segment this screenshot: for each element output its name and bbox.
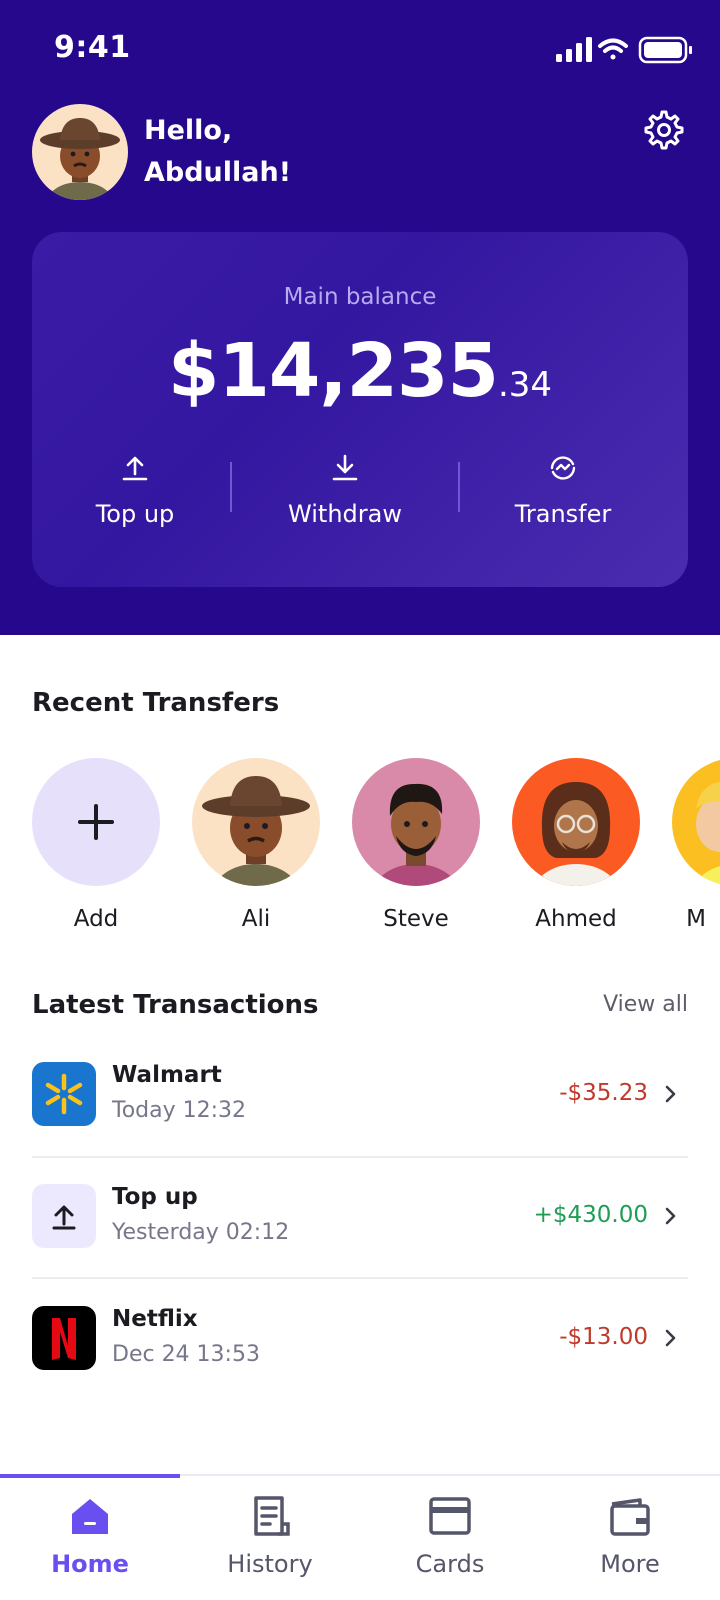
contact-avatar (512, 758, 640, 886)
netflix-logo (32, 1306, 96, 1370)
balance-amount-main: $14,235 (167, 328, 499, 414)
home-icon (72, 1499, 108, 1534)
transaction-name: Top up (112, 1184, 198, 1210)
transaction-date: Today 12:32 (112, 1098, 247, 1123)
card-icon (429, 1497, 471, 1535)
add-contact-circle (32, 758, 160, 886)
balance-card: Main balance $14,235.34 Top up Withdraw (32, 232, 688, 587)
top-up-label: Top up (95, 500, 175, 528)
recent-transfers-title: Recent Transfers (32, 688, 280, 718)
transaction-row[interactable]: Netflix Dec 24 13:53 -$13.00 (32, 1276, 688, 1394)
status-bar: 9:41 (0, 0, 720, 100)
chevron-right-icon (665, 1085, 676, 1103)
balance-label: Main balance (283, 284, 437, 310)
nav-label: History (227, 1550, 313, 1578)
walmart-logo (32, 1062, 96, 1126)
top-up-button[interactable]: Top up (45, 452, 225, 542)
transaction-name: Netflix (112, 1306, 198, 1332)
gear-icon[interactable] (640, 106, 688, 154)
transfer-button[interactable]: Transfer (473, 452, 653, 542)
contact-name: Ali (241, 906, 271, 932)
nav-item-more[interactable]: More (540, 1476, 720, 1600)
status-time: 9:41 (54, 30, 131, 65)
signal-icon (556, 37, 592, 62)
nav-item-cards[interactable]: Cards (360, 1476, 540, 1600)
wallet-icon (610, 1498, 650, 1536)
contact-avatar (192, 758, 320, 886)
transaction-date: Yesterday 02:12 (112, 1220, 290, 1245)
battery-icon (638, 36, 692, 64)
wifi-icon (598, 38, 628, 60)
transaction-row[interactable]: Top up Yesterday 02:12 +$430.00 (32, 1154, 688, 1272)
nav-item-history[interactable]: History (180, 1476, 360, 1600)
transaction-name: Walmart (112, 1062, 222, 1088)
action-divider (458, 462, 460, 512)
balance-actions: Top up Withdraw Transfer (32, 452, 688, 542)
chevron-right-icon (665, 1207, 676, 1225)
contact-name: Steve (383, 906, 449, 932)
contact-name: Add (73, 906, 119, 932)
balance-amount-cents: .34 (497, 365, 553, 405)
history-icon (254, 1496, 290, 1536)
download-icon (332, 454, 358, 481)
header: 9:41 Hello, Abdullah! Main balance $14,2… (0, 0, 720, 635)
contact-avatar (672, 758, 720, 886)
transaction-row[interactable]: Walmart Today 12:32 -$35.23 (32, 1032, 688, 1150)
plus-icon (78, 804, 114, 840)
transaction-amount: -$13.00 (559, 1324, 648, 1350)
recent-transfers-list: Add Ali Steve Ahmed M (0, 758, 720, 938)
nav-label: Cards (415, 1550, 485, 1578)
upload-icon (32, 1184, 96, 1248)
user-avatar-illustration (40, 118, 120, 200)
view-all-link[interactable]: View all (560, 992, 688, 1017)
transfer-label: Transfer (514, 500, 612, 528)
upload-icon (122, 456, 148, 481)
latest-transactions-title: Latest Transactions (32, 990, 319, 1020)
contact-name: M (686, 906, 706, 932)
bottom-nav: Home History Cards More (0, 1474, 720, 1600)
chevron-right-icon (665, 1329, 676, 1347)
withdraw-button[interactable]: Withdraw (255, 452, 435, 542)
greeting: Hello, Abdullah! (144, 110, 444, 194)
nav-label: More (600, 1550, 660, 1578)
action-divider (230, 462, 232, 512)
transaction-date: Dec 24 13:53 (112, 1342, 260, 1367)
status-icons (556, 36, 692, 64)
greeting-name: Abdullah! (144, 157, 292, 188)
nav-item-home[interactable]: Home (0, 1476, 180, 1600)
add-contact-button[interactable]: Add (32, 758, 160, 938)
withdraw-label: Withdraw (288, 500, 402, 528)
greeting-line-1: Hello, (144, 115, 233, 146)
contact-avatar (352, 758, 480, 886)
user-avatar[interactable] (32, 104, 128, 200)
transaction-amount: -$35.23 (559, 1080, 648, 1106)
transfer-icon (550, 456, 576, 480)
nav-label: Home (51, 1550, 129, 1578)
balance-amount: $14,235.34 (32, 328, 688, 414)
contact-steve[interactable]: Steve (352, 758, 480, 938)
contact-ali[interactable]: Ali (192, 758, 320, 938)
transaction-amount: +$430.00 (533, 1202, 648, 1228)
contact-partial[interactable]: M (672, 758, 720, 938)
